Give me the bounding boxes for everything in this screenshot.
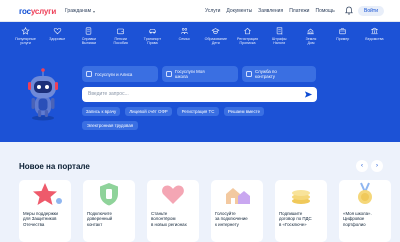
wallet-icon: [117, 28, 125, 35]
document-icon: [86, 27, 92, 35]
medal-illustration: [358, 182, 372, 204]
category-label: Регистрация Прописка: [237, 37, 259, 46]
category-pensions[interactable]: Пенсии Пособия: [109, 27, 132, 57]
robot-assistant-illustration: [28, 68, 58, 121]
bell-icon[interactable]: [345, 6, 353, 15]
hero-banner: Популярные услуги Здоровье Справки Выпис…: [0, 22, 400, 142]
category-label: Пенсии Пособия: [113, 37, 128, 46]
category-health[interactable]: Здоровье: [46, 27, 69, 57]
search-placeholder: Введите запрос...: [88, 91, 129, 97]
car-icon: [148, 28, 156, 34]
heart-illustration: [162, 185, 184, 204]
chip-doctor-appointment[interactable]: Запись к врачу: [82, 107, 120, 116]
nav-item-payments[interactable]: Платежи: [289, 8, 309, 14]
news-card-text: «Моя школа». Цифровое портфолио: [343, 211, 372, 227]
chip-ofr-account[interactable]: Лицевой счёт ОФР: [125, 107, 172, 116]
houses-illustration: [226, 188, 250, 204]
home-icon: [244, 27, 251, 35]
gosuslugi-logo[interactable]: гос услуги: [19, 7, 56, 16]
suggestion-icon: [166, 71, 172, 77]
chip-electronic-workbook[interactable]: Электронная трудовая: [82, 121, 138, 130]
carousel-next-button[interactable]: ›: [371, 160, 383, 172]
category-popular[interactable]: Популярные услуги: [14, 27, 37, 57]
category-agencies[interactable]: Ведомства: [363, 27, 386, 57]
category-label: Справки Выписки: [81, 37, 97, 46]
category-bar: Популярные услуги Здоровье Справки Выпис…: [14, 27, 386, 57]
logo-part-uslugi: услуги: [30, 7, 57, 16]
chevron-down-icon: ▾: [93, 8, 96, 14]
category-label: Пример: [336, 37, 350, 41]
chevron-right-icon: ›: [376, 163, 378, 169]
category-certificates[interactable]: Справки Выписки: [77, 27, 100, 57]
news-carousel: Меры поддержки для Защитников Отечества …: [19, 180, 391, 242]
suggestion-contract-service[interactable]: Служба по контракту: [242, 66, 316, 82]
suggestion-label: Госуслуги и Алиса: [95, 71, 133, 77]
category-label: Транспорт Права: [143, 37, 162, 46]
category-family[interactable]: Семья: [173, 27, 196, 57]
top-header: гос услуги Гражданам ▾ Услуги Документы З…: [0, 0, 400, 22]
box-icon: [339, 28, 346, 35]
category-label: Здоровье: [49, 37, 66, 41]
category-transport[interactable]: Транспорт Права: [141, 27, 164, 57]
category-label: Ведомства: [365, 37, 384, 41]
nav-item-services[interactable]: Услуги: [205, 8, 220, 14]
category-label: Штрафы Налоги: [272, 37, 287, 46]
top-nav: Услуги Документы Заявления Платежи Помощ…: [205, 8, 341, 14]
category-registration[interactable]: Регистрация Прописка: [236, 27, 259, 57]
news-section-title: Новое на портале: [19, 162, 90, 171]
carousel-prev-button[interactable]: ‹: [356, 160, 368, 172]
chip-vehicle-registration[interactable]: Регистрация ТС: [177, 107, 219, 116]
audience-label: Гражданам: [65, 8, 92, 14]
news-card-text: Подпишите договор по ПДС в «Госключе»: [279, 211, 312, 227]
audience-selector[interactable]: Гражданам ▾: [65, 8, 95, 14]
send-arrow-icon[interactable]: [304, 90, 313, 99]
chevron-left-icon: ‹: [361, 163, 363, 169]
category-sample[interactable]: Пример: [331, 27, 354, 57]
category-fines[interactable]: Штрафы Налоги: [268, 27, 291, 57]
news-card-text: Меры поддержки для Защитников Отечества: [23, 211, 59, 227]
shield-phone-illustration: [100, 183, 118, 206]
heart-icon: [53, 27, 61, 35]
suggestion-label: Госуслуги Моя школа: [175, 69, 205, 79]
category-label: Земля Дом: [305, 37, 317, 46]
category-label: Образование Дети: [204, 37, 227, 46]
suggestion-my-school[interactable]: Госуслуги Моя школа: [162, 66, 238, 82]
nav-item-applications[interactable]: Заявления: [258, 8, 283, 14]
news-card-volunteer[interactable]: Станьте волонтёром в новых регионах: [147, 180, 199, 242]
nav-item-help[interactable]: Помощь: [315, 8, 334, 14]
chip-solve-together[interactable]: Решаем вместе: [224, 107, 264, 116]
category-land[interactable]: Земля Дом: [299, 27, 322, 57]
news-card-defenders[interactable]: Меры поддержки для Защитников Отечества: [19, 180, 71, 242]
news-card-text: Подключите доверенный контакт: [87, 211, 113, 227]
nav-item-documents[interactable]: Документы: [226, 8, 252, 14]
category-education[interactable]: Образование Дети: [204, 27, 227, 57]
news-card-text: Голосуйте за подключение к интернету: [215, 211, 248, 227]
category-label: Семья: [178, 37, 190, 41]
news-card-text: Станьте волонтёром в новых регионах: [151, 211, 187, 227]
receipt-icon: [276, 27, 282, 35]
land-icon: [307, 28, 315, 35]
suggestion-label: Служба по контракту: [255, 69, 277, 79]
news-card-pds-contract[interactable]: Подпишите договор по ПДС в «Госключе»: [275, 180, 327, 242]
building-icon: [371, 27, 378, 35]
logo-part-gos: гос: [19, 7, 31, 16]
family-icon: [180, 28, 188, 34]
coins-illustration: [292, 190, 310, 204]
suggestion-icon: [86, 71, 92, 77]
suggestion-alice[interactable]: Госуслуги и Алиса: [82, 66, 158, 82]
news-card-trusted-contact[interactable]: Подключите доверенный контакт: [83, 180, 135, 242]
category-label: Популярные услуги: [15, 37, 36, 46]
news-card-school-portfolio[interactable]: «Моя школа». Цифровое портфолио: [339, 180, 391, 242]
graduation-icon: [211, 28, 220, 34]
login-button[interactable]: Войти: [358, 6, 384, 16]
news-card-internet-vote[interactable]: Голосуйте за подключение к интернету: [211, 180, 263, 242]
star-illustration: [33, 183, 62, 205]
search-input[interactable]: Введите запрос...: [82, 87, 317, 102]
star-icon: [21, 27, 30, 35]
suggestion-icon: [246, 71, 252, 77]
